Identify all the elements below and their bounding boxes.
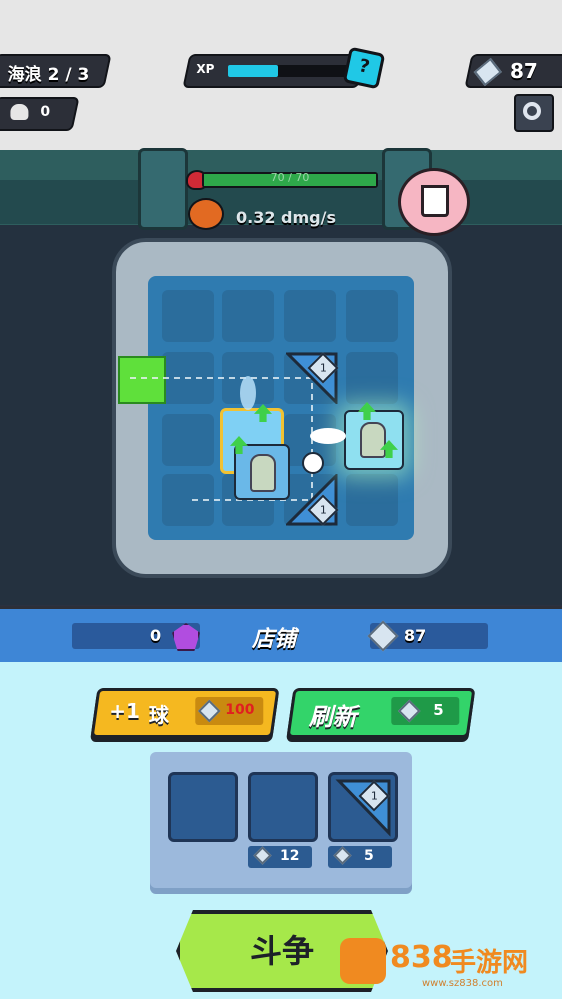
gem-icon	[397, 699, 421, 723]
bumper-level-text: 1	[319, 503, 327, 516]
slot-2-price: 12	[248, 846, 312, 868]
shop-title: 店铺	[252, 627, 297, 652]
shop-slot-2[interactable]	[248, 772, 318, 842]
shop-slot-1[interactable]	[168, 772, 238, 842]
add-ball-price: 100	[195, 697, 264, 725]
purple-gem-count: 0	[150, 626, 162, 645]
gem-icon	[253, 846, 272, 865]
slot-3-cost: 5	[364, 848, 374, 864]
cannon-unit-glowing[interactable]	[344, 410, 404, 470]
ball	[302, 452, 324, 474]
add-ball-unit: 球	[148, 703, 169, 727]
watermark-number: 838	[390, 940, 453, 975]
item-level-text: 1	[370, 789, 378, 802]
slot-2-cost: 12	[280, 848, 300, 864]
add-ball-label: +1	[109, 699, 140, 723]
add-ball-cost: 100	[225, 702, 255, 718]
purple-gem-counter: 0	[72, 623, 200, 651]
gem-icon	[333, 846, 352, 865]
purple-gem-icon	[172, 623, 200, 651]
watermark-brand: 手游网	[450, 948, 529, 978]
refresh-label: 刷新	[308, 703, 357, 731]
gem-icon	[197, 699, 221, 723]
slot-3-price: 5	[328, 846, 392, 868]
shop-header: 0 店铺 87	[0, 606, 562, 668]
ball-trail	[240, 376, 256, 410]
ball-trail	[310, 428, 346, 444]
bumper-level-text: 1	[319, 361, 327, 374]
watermark-logo	[340, 938, 386, 984]
shop-gem-count: 87	[404, 626, 427, 645]
shop-gem-counter: 87	[367, 620, 488, 652]
triangle-item-icon	[335, 779, 391, 837]
refresh-button[interactable]: 刷新 5	[286, 688, 476, 738]
gem-icon	[367, 620, 399, 652]
refresh-cost: 5	[433, 701, 444, 719]
add-ball-button[interactable]: +1 球 100	[90, 688, 280, 738]
cannon-icon	[360, 422, 386, 458]
cannon-icon	[250, 454, 276, 492]
watermark-url: www.sz838.com	[422, 978, 503, 989]
shop-slot-3[interactable]: 1	[328, 772, 398, 842]
refresh-price: 5	[391, 697, 460, 725]
